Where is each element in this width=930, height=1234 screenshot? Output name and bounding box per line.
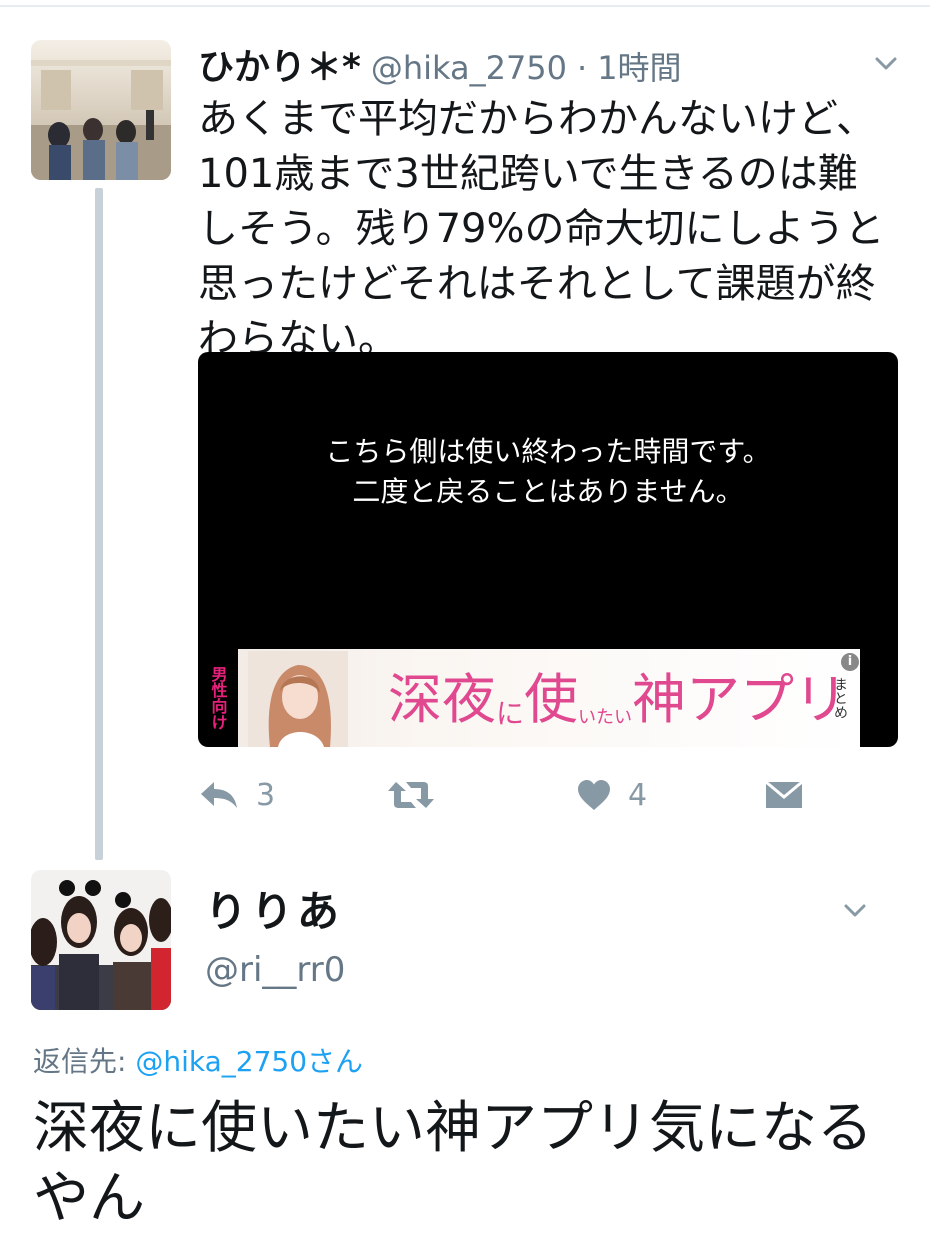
ad-title-part: 使 [524, 668, 579, 731]
avatar-riria[interactable] [31, 870, 171, 1010]
retweet-icon [388, 782, 434, 808]
tweet-body: あくまで平均だからわかんないけど、 101歳まで3世紀跨いで生きるのは難 しそう… [198, 96, 885, 362]
ad-tag: 男性向け [208, 666, 228, 730]
timestamp[interactable]: 1時間 [597, 43, 681, 89]
tweet-body: 深夜に使いたい神アプリ気になる やん [33, 1096, 873, 1231]
display-name[interactable]: りりあ [205, 878, 343, 939]
display-name[interactable]: ひかり＊* [198, 38, 361, 90]
ad-title-part: 深夜 [388, 668, 496, 731]
heart-icon [578, 780, 610, 810]
reply-button[interactable]: 3 [198, 770, 275, 820]
info-icon[interactable]: i [841, 653, 859, 671]
ad-title-part: に [496, 697, 525, 730]
like-button[interactable]: 4 [576, 770, 647, 820]
like-count: 4 [628, 777, 648, 813]
tweet-actions: 3 4 [198, 770, 838, 820]
ad-title-part: いたい [578, 707, 633, 728]
direct-message-button[interactable] [764, 770, 804, 820]
ad-suffix: まとめ [832, 677, 848, 719]
user-handle[interactable]: @ri__rr0 [205, 950, 345, 990]
reply-suffix[interactable]: さん [307, 1045, 363, 1078]
reply-mention-link[interactable]: @hika_2750 [135, 1045, 307, 1078]
tweet-1-header: ひかり＊* @hika_2750 · 1時間 [198, 38, 682, 90]
thread-connector [95, 188, 103, 860]
chevron-down-icon[interactable] [871, 48, 901, 78]
media-caption: こちら側は使い終わった時間です。 二度と戻ることはありません。 [325, 435, 771, 508]
tweet-media[interactable]: こちら側は使い終わった時間です。 二度と戻ることはありません。 男性向け 深夜 … [198, 352, 898, 747]
ad-title-part: 神アプリ [632, 668, 849, 731]
user-handle[interactable]: @hika_2750 [371, 49, 567, 87]
direct-message-icon [765, 780, 803, 808]
ad-model-image [248, 651, 348, 747]
top-divider [0, 0, 930, 7]
reply-context: 返信先: @hika_2750さん [33, 1040, 363, 1080]
reply-count: 3 [256, 777, 276, 813]
ad-banner[interactable]: 深夜 に 使 いたい 神アプリ まとめ i [238, 649, 860, 747]
ad-title: 深夜 に 使 いたい 神アプリ [388, 657, 848, 739]
reply-icon [201, 782, 237, 808]
separator-dot: · [577, 49, 588, 87]
retweet-button[interactable] [386, 770, 436, 820]
reply-label: 返信先: [33, 1045, 127, 1078]
chevron-down-icon[interactable] [840, 895, 870, 925]
avatar-hikari[interactable] [31, 40, 171, 180]
